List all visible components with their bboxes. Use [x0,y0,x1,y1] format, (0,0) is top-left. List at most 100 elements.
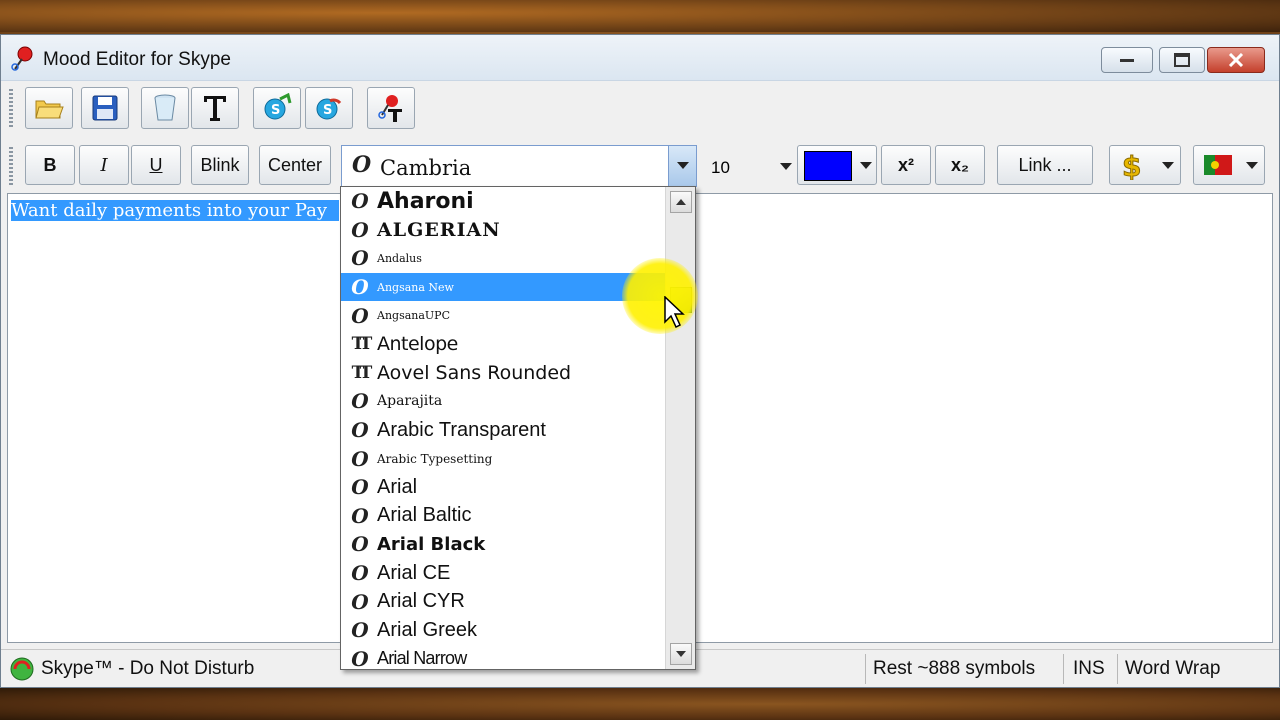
opentype-font-icon: O [351,561,369,586]
opentype-font-icon: O [351,646,369,669]
insert-mode[interactable]: INS [1073,658,1105,680]
font-dropdown-list: O Aharoni O ALGERIAN O Andalus O Angsana New O An… [340,186,696,670]
italic-button[interactable]: I [79,145,129,185]
font-option[interactable]: O Aparajita [341,387,665,416]
font-option-label: Antelope [377,333,458,356]
opentype-font-icon: O [351,503,369,528]
font-option-label: Arial CE [377,561,451,584]
folder-open-icon [35,100,64,119]
opentype-font-icon: O [351,217,369,242]
subscript-button[interactable]: x₂ [935,145,985,185]
minimize-icon [1120,59,1134,62]
blink-button[interactable]: Blink [191,145,249,185]
opentype-font-icon: O [351,446,369,471]
font-option[interactable]: TT Aovel Sans Rounded [341,359,665,388]
svg-text:S: S [323,103,332,118]
font-option[interactable]: O Arial Greek [341,616,665,645]
chevron-down-icon [1162,162,1174,169]
text-button[interactable] [191,87,239,129]
bold-button[interactable]: B [25,145,75,185]
svg-text:$: $ [1122,150,1141,180]
opentype-font-icon: O [351,589,369,614]
word-wrap-indicator[interactable]: Word Wrap [1125,658,1220,680]
minimize-button[interactable] [1101,47,1153,73]
window-title: Mood Editor for Skype [43,49,231,70]
status-separator [1063,654,1064,684]
app-pin-icon [11,46,33,71]
superscript-button[interactable]: x² [881,145,931,185]
mood-text-button[interactable] [367,87,415,129]
font-option-label: AngsanaUPC [377,309,451,323]
font-option[interactable]: O Arial [341,473,665,502]
font-option[interactable]: O Angsana New [341,272,665,302]
font-option[interactable]: O ALGERIAN [341,216,665,245]
font-option-label: Aparajita [377,393,443,410]
font-option[interactable]: TT Antelope [341,330,665,359]
font-option[interactable]: O Arial Black [341,530,665,559]
font-option-label: Arial Narrow [377,648,467,669]
font-option[interactable]: O AngsanaUPC [341,301,665,330]
status-separator [1117,654,1118,684]
scroll-down-button[interactable] [670,643,692,665]
font-option-label: Andalus [377,251,422,265]
size-select-value: 10 [711,158,730,177]
font-option[interactable]: O Arial CYR [341,587,665,616]
open-button[interactable] [25,87,73,129]
maximize-button[interactable] [1159,47,1205,73]
editor-selected-text[interactable]: Want daily payments into your Pay [11,200,339,221]
pin-t-icon [378,95,402,122]
currency-button[interactable]: $ [1109,145,1181,185]
text-t-icon [204,96,226,121]
skype-status-icon [10,657,34,681]
opentype-font-icon: O [351,475,369,500]
font-select[interactable]: O Cambria [341,145,697,187]
mouse-pointer-icon [664,296,685,329]
desktop-background-top [0,0,1280,32]
opentype-font-icon: O [351,189,369,214]
truetype-font-icon: TT [351,362,373,383]
font-option[interactable]: O Arabic Typesetting [341,444,665,473]
color-picker-button[interactable] [797,145,877,185]
opentype-font-icon: O [351,532,369,557]
font-option-label: Arabic Typesetting [377,451,493,466]
floppy-disk-icon [92,95,118,121]
scroll-up-button[interactable] [670,191,692,213]
font-option[interactable]: O Arial Narrow [341,645,665,669]
underline-button[interactable]: U [131,145,181,185]
save-button[interactable] [81,87,129,129]
font-option-label: Aharoni [377,188,474,214]
font-option[interactable]: O Arial CE [341,559,665,588]
font-option-label: Arial CYR [377,590,465,613]
font-option[interactable]: O Aharoni [341,187,665,216]
font-option[interactable]: O Andalus [341,244,665,273]
skype-status-text: Skype™ - Do Not Disturb [41,658,255,679]
clear-button[interactable] [141,87,189,129]
font-option[interactable]: O Arabic Transparent [341,416,665,445]
status-separator [865,654,866,684]
font-option-label: Arial Black [377,533,486,555]
font-option-label: Aovel Sans Rounded [377,361,572,384]
font-option-label: Arial Baltic [377,504,472,527]
opentype-font-icon: O [351,418,369,443]
toolbar-grip[interactable] [9,147,13,185]
close-icon [1228,53,1244,67]
size-select[interactable]: 10 [701,145,797,187]
font-select-value: Cambria [380,156,472,180]
chevron-down-icon[interactable] [779,155,793,175]
close-button[interactable] [1207,47,1265,73]
chevron-down-icon [676,651,686,657]
flag-button[interactable] [1193,145,1265,185]
opentype-font-icon: O [351,389,369,414]
maximize-icon [1174,53,1190,67]
toolbar-grip[interactable] [9,89,13,127]
format-toolbar: B I U Blink Center O Cambria 10 x² x₂ Li… [9,139,1273,193]
font-option-label: Arial Greek [377,618,478,641]
font-option[interactable]: O Arial Baltic [341,502,665,531]
recycle-bin-icon [154,94,176,121]
skype-refresh-button[interactable]: S [305,87,353,129]
skype-arrow-icon: S [316,98,342,120]
center-button[interactable]: Center [259,145,331,185]
font-dropdown-button[interactable] [668,146,696,186]
link-button[interactable]: Link ... [997,145,1093,185]
skype-link-button[interactable]: S [253,87,301,129]
